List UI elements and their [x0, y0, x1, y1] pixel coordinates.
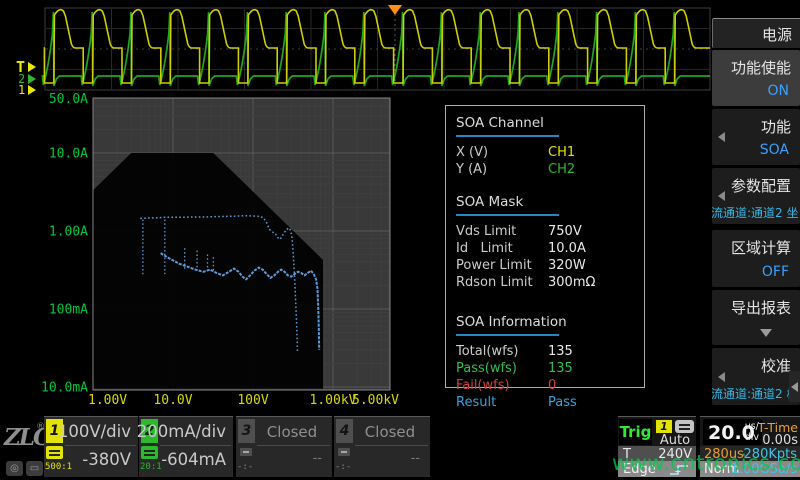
ch3-number-badge: 3	[238, 419, 255, 443]
menu-value: SOA	[760, 142, 789, 158]
ch2-coupling-icon	[141, 446, 158, 459]
svg-text:10.0A: 10.0A	[49, 147, 88, 162]
back-arrow-icon	[718, 132, 725, 142]
svg-text:100mA: 100mA	[49, 303, 88, 318]
ch3-probe-ratio: -:-	[237, 462, 253, 472]
svg-text:1.00V: 1.00V	[88, 393, 127, 408]
menu-value: ON	[768, 83, 790, 99]
right-arrow-icon	[28, 85, 36, 95]
menu-value: OFF	[762, 264, 789, 280]
ch4-number-badge: 4	[336, 419, 353, 443]
sidebar-item-export-report[interactable]: 导出报表	[712, 290, 800, 345]
soa-channel-section: SOA Channel X (V)CH1Y (A)CH2	[456, 115, 634, 178]
menu-label: 电源	[762, 24, 792, 45]
ch4-coupling-icon	[338, 448, 350, 456]
ch3-coupling-icon	[240, 448, 252, 456]
info-row: X (V)CH1	[456, 144, 634, 161]
scope-display-graphics: 50.0A 10.0A 1.00A 100mA 10.0mA1.00V 10.0V 100V…	[0, 0, 800, 480]
back-arrow-icon	[718, 191, 725, 201]
divider	[160, 445, 231, 446]
svg-text:1.00A: 1.00A	[49, 225, 88, 240]
touch-mode-icon[interactable]: ◎	[6, 461, 23, 476]
timebase-tile: 20.0 us/ div	[703, 419, 762, 445]
section-underline	[456, 135, 559, 137]
sidebar-scroll-button[interactable]	[789, 371, 800, 402]
info-row: Y (A)CH2	[456, 161, 634, 178]
svg-text:10.0mA: 10.0mA	[41, 381, 88, 396]
info-row: Rdson Limit300mΩ	[456, 274, 634, 291]
trigger-source-badge: 1	[656, 420, 672, 433]
trigger-position-marker[interactable]	[388, 5, 402, 15]
info-row: Power Limit320W	[456, 257, 634, 274]
menu-label: 功能	[761, 116, 791, 137]
sidebar-item-power[interactable]: 电源	[712, 18, 800, 48]
divider	[257, 445, 330, 446]
ch1-position-marker[interactable]: 1	[18, 83, 36, 97]
section-underline	[456, 334, 559, 336]
sidebar-item-calibration[interactable]: 校准 电流通道:通道2 校	[712, 348, 800, 405]
right-arrow-icon	[28, 62, 36, 72]
ch1-probe-ratio: 500:1	[45, 462, 72, 472]
info-row: Fail(wfs)0	[456, 377, 634, 394]
info-row: Id Limit10.0A	[456, 240, 634, 257]
channel4-block[interactable]: 4 -:- Closed --	[334, 416, 430, 477]
soa-information-section: SOA Information Total(wfs)135Pass(wfs)13…	[456, 314, 634, 411]
info-row: ResultPass	[456, 394, 634, 411]
oscilloscope-screen: 50.0A 10.0A 1.00A 100mA 10.0mA1.00V 10.0V 100V…	[0, 0, 800, 480]
ch4-probe-ratio: -:-	[335, 462, 351, 472]
divider	[65, 445, 136, 446]
trigger-coupling-icon	[675, 420, 694, 433]
menu-label: 导出报表	[731, 297, 791, 318]
ch1-marker-label: 1	[18, 83, 25, 97]
ch1-scale: 100V/div	[58, 422, 131, 441]
sidebar-item-function[interactable]: 功能 SOA	[712, 109, 800, 165]
info-row: Pass(wfs)135	[456, 360, 634, 377]
sidebar-item-parameter-config[interactable]: 参数配置 电流通道:通道2 坐	[712, 168, 800, 224]
svg-text:10.0V: 10.0V	[153, 393, 192, 408]
info-row: Vds Limit750V	[456, 223, 634, 240]
divider	[355, 445, 428, 446]
svg-text:50.0A: 50.0A	[49, 92, 88, 107]
sidebar-item-area-calc[interactable]: 区域计算 OFF	[712, 230, 800, 287]
ch2-probe-ratio: 20:1	[140, 462, 162, 472]
back-arrow-icon	[718, 372, 725, 382]
menu-subtext: 电流通道:通道2 坐	[712, 204, 800, 221]
watermark: www.cntronics.com	[612, 451, 800, 475]
menu-subtext: 电流通道:通道2 校	[712, 385, 800, 402]
channel1-block[interactable]: 1 500:1 100V/div -380V	[44, 416, 138, 477]
ch4-value: --	[411, 451, 420, 466]
ch3-value: --	[313, 451, 322, 466]
chevron-down-icon	[760, 329, 772, 337]
info-row: Total(wfs)135	[456, 343, 634, 360]
soa-info-panel: SOA Channel X (V)CH1Y (A)CH2 SOA Mask Vd…	[445, 105, 645, 388]
gesture-mode-icon[interactable]: ▭	[26, 461, 43, 476]
ch3-state: Closed	[258, 423, 326, 441]
menu-label: 参数配置	[731, 175, 791, 196]
section-title: SOA Information	[456, 314, 634, 330]
channel2-block[interactable]: 2 20:1 200mA/div -604mA	[139, 416, 233, 477]
section-title: SOA Mask	[456, 194, 634, 210]
menu-label: 功能使能	[731, 57, 791, 78]
svg-text:1.00kV: 1.00kV	[310, 393, 357, 408]
ch2-offset: -604mA	[161, 450, 226, 469]
ch1-coupling-icon	[46, 446, 63, 459]
back-arrow-icon	[791, 382, 798, 392]
menu-label: 校准	[761, 355, 791, 376]
sidebar-item-function-enable[interactable]: 功能使能 ON	[712, 50, 800, 106]
soa-mask-section: SOA Mask Vds Limit750VId Limit10.0APower…	[456, 194, 634, 291]
ch4-state: Closed	[356, 423, 424, 441]
channel3-block[interactable]: 3 -:- Closed --	[236, 416, 332, 477]
ch2-scale: 200mA/div	[137, 422, 226, 441]
section-underline	[456, 214, 559, 216]
zlg-logo: ZLG® ◎ ▭	[4, 424, 44, 478]
trigger-label: Trig	[619, 419, 652, 445]
ch1-offset: -380V	[82, 450, 131, 469]
svg-text:5.00kV: 5.00kV	[352, 393, 399, 408]
svg-text:100V: 100V	[237, 393, 268, 408]
menu-label: 区域计算	[731, 237, 791, 258]
section-title: SOA Channel	[456, 115, 634, 131]
